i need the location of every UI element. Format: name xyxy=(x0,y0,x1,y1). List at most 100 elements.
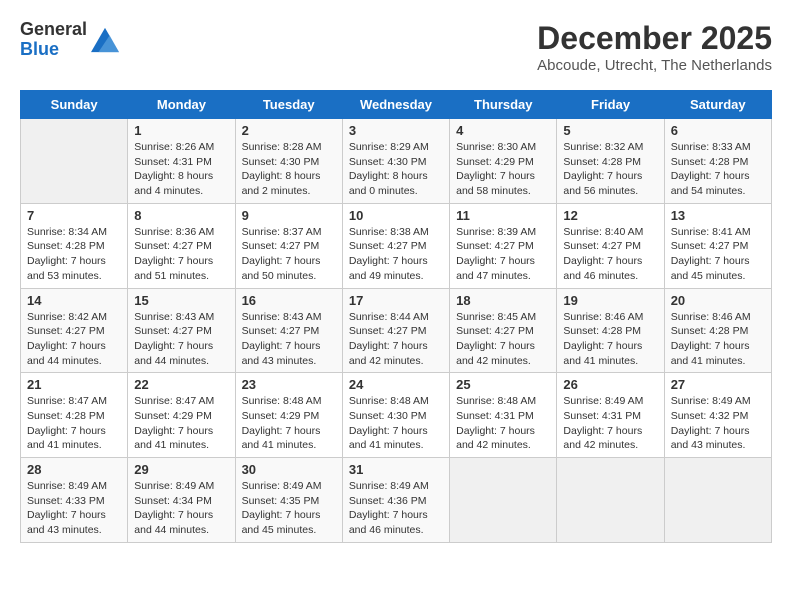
day-header-tuesday: Tuesday xyxy=(235,91,342,119)
day-info: Sunrise: 8:48 AMSunset: 4:30 PMDaylight:… xyxy=(349,394,443,453)
day-cell-21: 21 Sunrise: 8:47 AMSunset: 4:28 PMDayligh… xyxy=(21,373,128,458)
day-info: Sunrise: 8:32 AMSunset: 4:28 PMDaylight:… xyxy=(563,140,657,199)
day-info: Sunrise: 8:46 AMSunset: 4:28 PMDaylight:… xyxy=(671,310,765,369)
day-number: 14 xyxy=(27,293,121,308)
day-number: 9 xyxy=(242,208,336,223)
day-cell-4: 4Sunrise: 8:30 AMSunset: 4:29 PMDaylight… xyxy=(450,119,557,204)
empty-cell xyxy=(557,458,664,543)
day-cell-9: 9Sunrise: 8:37 AMSunset: 4:27 PMDaylight… xyxy=(235,203,342,288)
day-number: 12 xyxy=(563,208,657,223)
day-cell-24: 24 Sunrise: 8:48 AMSunset: 4:30 PMDayligh… xyxy=(342,373,449,458)
day-number: 7 xyxy=(27,208,121,223)
day-cell-31: 31Sunrise: 8:49 AMSunset: 4:36 PMDayligh… xyxy=(342,458,449,543)
day-number: 10 xyxy=(349,208,443,223)
day-number: 16 xyxy=(242,293,336,308)
empty-cell xyxy=(664,458,771,543)
day-number: 17 xyxy=(349,293,443,308)
calendar-week-3: 14 Sunrise: 8:42 AMSunset: 4:27 PMDayligh… xyxy=(21,288,772,373)
empty-cell xyxy=(450,458,557,543)
day-cell-28: 28 Sunrise: 8:49 AMSunset: 4:33 PMDayligh… xyxy=(21,458,128,543)
day-cell-30: 30Sunrise: 8:49 AMSunset: 4:35 PMDayligh… xyxy=(235,458,342,543)
subtitle: Abcoude, Utrecht, The Netherlands xyxy=(537,57,772,74)
calendar-header-row: SundayMondayTuesdayWednesdayThursdayFrid… xyxy=(21,91,772,119)
calendar-week-5: 28 Sunrise: 8:49 AMSunset: 4:33 PMDayligh… xyxy=(21,458,772,543)
day-info: Sunrise: 8:42 AMSunset: 4:27 PMDaylight:… xyxy=(27,310,121,369)
day-info: Sunrise: 8:47 AMSunset: 4:28 PMDaylight:… xyxy=(27,394,121,453)
day-number: 22 xyxy=(134,377,228,392)
day-cell-27: 27Sunrise: 8:49 AMSunset: 4:32 PMDayligh… xyxy=(664,373,771,458)
day-number: 5 xyxy=(563,123,657,138)
day-number: 15 xyxy=(134,293,228,308)
day-number: 18 xyxy=(456,293,550,308)
day-info: Sunrise: 8:33 AMSunset: 4:28 PMDaylight:… xyxy=(671,140,765,199)
calendar-week-4: 21 Sunrise: 8:47 AMSunset: 4:28 PMDayligh… xyxy=(21,373,772,458)
day-info: Sunrise: 8:38 AMSunset: 4:27 PMDaylight:… xyxy=(349,225,443,284)
day-info: Sunrise: 8:40 AMSunset: 4:27 PMDaylight:… xyxy=(563,225,657,284)
day-info: Sunrise: 8:26 AMSunset: 4:31 PMDaylight:… xyxy=(134,140,228,199)
day-cell-23: 23 Sunrise: 8:48 AMSunset: 4:29 PMDayligh… xyxy=(235,373,342,458)
day-cell-7: 7 Sunrise: 8:34 AMSunset: 4:28 PMDaylight… xyxy=(21,203,128,288)
day-info: Sunrise: 8:49 AMSunset: 4:33 PMDaylight:… xyxy=(27,479,121,538)
day-header-wednesday: Wednesday xyxy=(342,91,449,119)
day-info: Sunrise: 8:41 AMSunset: 4:27 PMDaylight:… xyxy=(671,225,765,284)
day-info: Sunrise: 8:49 AMSunset: 4:31 PMDaylight:… xyxy=(563,394,657,453)
day-header-thursday: Thursday xyxy=(450,91,557,119)
day-cell-22: 22 Sunrise: 8:47 AMSunset: 4:29 PMDayligh… xyxy=(128,373,235,458)
day-info: Sunrise: 8:39 AMSunset: 4:27 PMDaylight:… xyxy=(456,225,550,284)
day-number: 25 xyxy=(456,377,550,392)
day-header-saturday: Saturday xyxy=(664,91,771,119)
day-info: Sunrise: 8:45 AMSunset: 4:27 PMDaylight:… xyxy=(456,310,550,369)
day-cell-26: 26 Sunrise: 8:49 AMSunset: 4:31 PMDayligh… xyxy=(557,373,664,458)
day-number: 1 xyxy=(134,123,228,138)
day-cell-2: 2 Sunrise: 8:28 AMSunset: 4:30 PMDaylight… xyxy=(235,119,342,204)
day-number: 2 xyxy=(242,123,336,138)
calendar-table: SundayMondayTuesdayWednesdayThursdayFrid… xyxy=(20,90,772,543)
logo-icon xyxy=(91,26,119,54)
day-cell-8: 8Sunrise: 8:36 AMSunset: 4:27 PMDaylight… xyxy=(128,203,235,288)
day-info: Sunrise: 8:48 AMSunset: 4:29 PMDaylight:… xyxy=(242,394,336,453)
day-info: Sunrise: 8:49 AMSunset: 4:36 PMDaylight:… xyxy=(349,479,443,538)
day-number: 3 xyxy=(349,123,443,138)
day-cell-6: 6 Sunrise: 8:33 AMSunset: 4:28 PMDaylight… xyxy=(664,119,771,204)
logo-blue: Blue xyxy=(20,40,87,60)
day-info: Sunrise: 8:28 AMSunset: 4:30 PMDaylight:… xyxy=(242,140,336,199)
day-cell-16: 16 Sunrise: 8:43 AMSunset: 4:27 PMDayligh… xyxy=(235,288,342,373)
day-number: 20 xyxy=(671,293,765,308)
day-number: 23 xyxy=(242,377,336,392)
logo: General Blue xyxy=(20,20,119,60)
day-info: Sunrise: 8:43 AMSunset: 4:27 PMDaylight:… xyxy=(242,310,336,369)
day-cell-15: 15 Sunrise: 8:43 AMSunset: 4:27 PMDayligh… xyxy=(128,288,235,373)
day-info: Sunrise: 8:34 AMSunset: 4:28 PMDaylight:… xyxy=(27,225,121,284)
day-number: 28 xyxy=(27,462,121,477)
title-block: December 2025 Abcoude, Utrecht, The Neth… xyxy=(537,20,772,74)
day-number: 6 xyxy=(671,123,765,138)
day-cell-1: 1 Sunrise: 8:26 AMSunset: 4:31 PMDaylight… xyxy=(128,119,235,204)
day-cell-10: 10 Sunrise: 8:38 AMSunset: 4:27 PMDayligh… xyxy=(342,203,449,288)
day-info: Sunrise: 8:48 AMSunset: 4:31 PMDaylight:… xyxy=(456,394,550,453)
day-info: Sunrise: 8:47 AMSunset: 4:29 PMDaylight:… xyxy=(134,394,228,453)
day-info: Sunrise: 8:49 AMSunset: 4:34 PMDaylight:… xyxy=(134,479,228,538)
day-number: 30 xyxy=(242,462,336,477)
day-number: 8 xyxy=(134,208,228,223)
day-info: Sunrise: 8:30 AMSunset: 4:29 PMDaylight:… xyxy=(456,140,550,199)
day-number: 26 xyxy=(563,377,657,392)
day-cell-25: 25 Sunrise: 8:48 AMSunset: 4:31 PMDayligh… xyxy=(450,373,557,458)
day-header-monday: Monday xyxy=(128,91,235,119)
day-cell-19: 19 Sunrise: 8:46 AMSunset: 4:28 PMDayligh… xyxy=(557,288,664,373)
day-cell-14: 14 Sunrise: 8:42 AMSunset: 4:27 PMDayligh… xyxy=(21,288,128,373)
day-info: Sunrise: 8:44 AMSunset: 4:27 PMDaylight:… xyxy=(349,310,443,369)
day-number: 24 xyxy=(349,377,443,392)
calendar-week-1: 1 Sunrise: 8:26 AMSunset: 4:31 PMDaylight… xyxy=(21,119,772,204)
day-info: Sunrise: 8:46 AMSunset: 4:28 PMDaylight:… xyxy=(563,310,657,369)
day-number: 13 xyxy=(671,208,765,223)
day-info: Sunrise: 8:43 AMSunset: 4:27 PMDaylight:… xyxy=(134,310,228,369)
calendar-week-2: 7 Sunrise: 8:34 AMSunset: 4:28 PMDaylight… xyxy=(21,203,772,288)
day-cell-17: 17 Sunrise: 8:44 AMSunset: 4:27 PMDayligh… xyxy=(342,288,449,373)
day-cell-29: 29 Sunrise: 8:49 AMSunset: 4:34 PMDayligh… xyxy=(128,458,235,543)
day-info: Sunrise: 8:29 AMSunset: 4:30 PMDaylight:… xyxy=(349,140,443,199)
day-number: 21 xyxy=(27,377,121,392)
day-cell-12: 12 Sunrise: 8:40 AMSunset: 4:27 PMDayligh… xyxy=(557,203,664,288)
day-header-friday: Friday xyxy=(557,91,664,119)
day-number: 19 xyxy=(563,293,657,308)
day-number: 29 xyxy=(134,462,228,477)
